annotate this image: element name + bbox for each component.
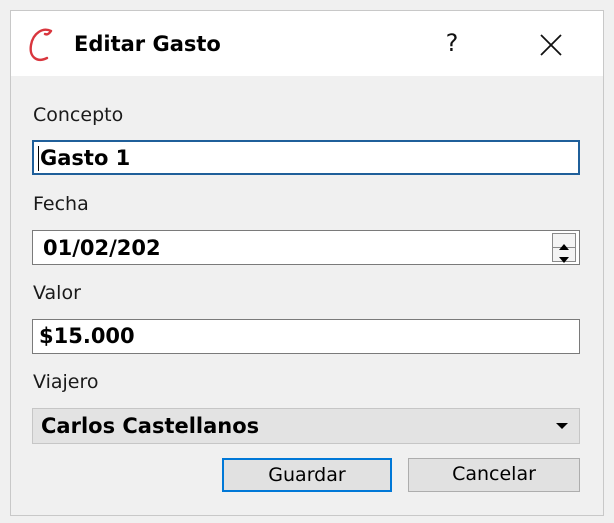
fecha-label: Fecha xyxy=(33,193,89,215)
title-bar: Editar Gasto ? xyxy=(11,11,603,76)
concepto-input[interactable]: Gasto 1 xyxy=(32,140,580,175)
viajero-value: Carlos Castellanos xyxy=(41,414,260,438)
viajero-label: Viajero xyxy=(33,371,99,393)
dialog-title: Editar Gasto xyxy=(74,32,221,56)
spin-up-button[interactable] xyxy=(553,234,575,250)
spin-down-button[interactable] xyxy=(553,248,575,263)
concepto-label: Concepto xyxy=(33,104,124,126)
help-button[interactable]: ? xyxy=(431,23,473,63)
close-icon xyxy=(540,34,562,56)
cancel-button[interactable]: Cancelar xyxy=(408,458,580,492)
date-spinner[interactable] xyxy=(552,233,576,263)
valor-input[interactable]: $15.000 xyxy=(32,319,580,354)
caret-down-icon xyxy=(559,257,569,263)
viajero-select[interactable]: Carlos Castellanos xyxy=(32,408,580,444)
concepto-value: Gasto 1 xyxy=(40,146,131,170)
valor-value: $15.000 xyxy=(39,324,135,348)
edit-expense-dialog: Editar Gasto ? Concepto Gasto 1 Fecha 01… xyxy=(10,10,604,516)
app-logo-icon xyxy=(29,28,53,61)
valor-label: Valor xyxy=(33,282,81,304)
close-button[interactable] xyxy=(529,25,573,65)
fecha-value: 01/02/202 xyxy=(43,236,161,260)
save-button[interactable]: Guardar xyxy=(222,458,392,492)
chevron-down-icon xyxy=(556,423,568,429)
fecha-date-input[interactable]: 01/02/202 xyxy=(32,230,580,265)
text-caret xyxy=(38,146,39,171)
